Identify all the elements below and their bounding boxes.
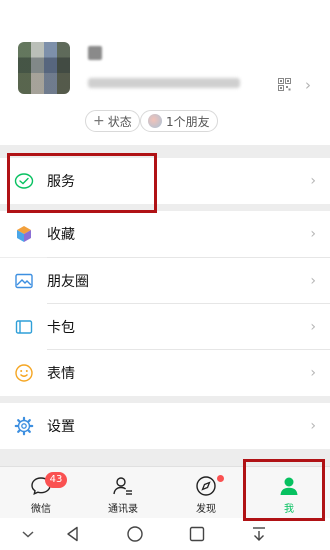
- tab-label: 通讯录: [108, 504, 138, 515]
- menu-item-stickers[interactable]: 表情 ›: [0, 350, 330, 396]
- friend-avatar-icon: [148, 114, 162, 128]
- menu-item-settings[interactable]: 设置 ›: [0, 403, 330, 449]
- gear-icon: [14, 416, 34, 436]
- profile-header[interactable]: › + 状态 1个朋友: [0, 0, 330, 145]
- friends-chip[interactable]: 1个朋友: [140, 110, 218, 132]
- menu-item-label: 收藏: [47, 227, 75, 243]
- qr-code-icon[interactable]: [278, 78, 291, 91]
- chevron-right-icon: ›: [310, 319, 316, 335]
- highlight-box-service: [7, 153, 157, 213]
- chevron-down-icon[interactable]: [18, 524, 38, 544]
- chevron-right-icon[interactable]: ›: [305, 78, 311, 93]
- recents-square-icon[interactable]: [187, 524, 207, 544]
- friends-chip-label: 1个朋友: [166, 114, 210, 129]
- tab-label: 发现: [196, 504, 216, 515]
- smiley-icon: [14, 363, 34, 383]
- photo-icon: [14, 271, 34, 291]
- menu-item-label: 卡包: [47, 320, 75, 336]
- wechat-id-blurred: [88, 78, 240, 88]
- highlight-box-me-tab: [243, 459, 325, 521]
- cube-icon: [14, 224, 34, 244]
- avatar[interactable]: [18, 42, 70, 94]
- system-nav-bar: [0, 518, 330, 550]
- tab-discover[interactable]: 发现: [165, 467, 247, 519]
- menu-item-label: 设置: [47, 419, 75, 435]
- contacts-icon: [113, 477, 132, 495]
- menu-item-favorites[interactable]: 收藏 ›: [0, 211, 330, 257]
- notification-pull-down-icon[interactable]: [249, 524, 269, 544]
- menu-item-moments[interactable]: 朋友圈 ›: [0, 258, 330, 304]
- compass-icon: [196, 476, 216, 496]
- new-content-dot: [217, 475, 224, 482]
- chevron-right-icon: ›: [310, 273, 316, 289]
- tab-contacts[interactable]: 通讯录: [82, 467, 164, 519]
- menu-item-label: 朋友圈: [47, 274, 89, 290]
- home-circle-icon[interactable]: [125, 524, 145, 544]
- menu-item-cards[interactable]: 卡包 ›: [0, 304, 330, 350]
- unread-badge: 43: [45, 472, 67, 488]
- chevron-right-icon: ›: [310, 226, 316, 242]
- card-icon: [14, 317, 34, 337]
- status-chip-label: 状态: [107, 114, 132, 129]
- menu-item-label: 表情: [47, 366, 75, 382]
- back-triangle-icon[interactable]: [63, 524, 83, 544]
- tab-chats[interactable]: 43 微信: [0, 467, 82, 519]
- chevron-right-icon: ›: [310, 418, 316, 434]
- plus-icon: +: [93, 113, 105, 129]
- chevron-right-icon: ›: [310, 173, 316, 189]
- nickname-blurred: [88, 46, 102, 60]
- tab-label: 微信: [31, 504, 51, 515]
- chevron-right-icon: ›: [310, 365, 316, 381]
- status-chip[interactable]: + 状态: [85, 110, 140, 132]
